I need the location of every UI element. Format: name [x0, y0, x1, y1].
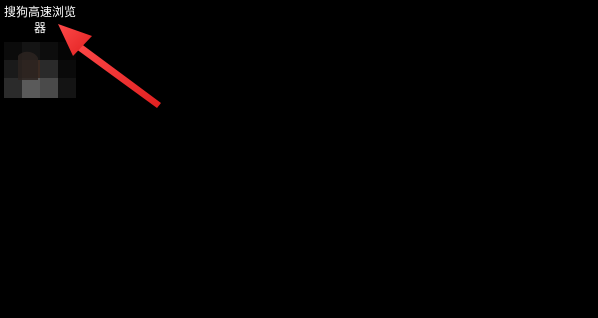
red-arrow-annotation	[58, 24, 161, 108]
sogou-browser-icon	[4, 42, 76, 98]
desktop-icon-label: 搜狗高速浏览器	[3, 5, 76, 35]
desktop: 搜狗高速浏览器	[0, 0, 598, 318]
desktop-icon-sogou-browser[interactable]: 搜狗高速浏览器	[0, 0, 82, 100]
